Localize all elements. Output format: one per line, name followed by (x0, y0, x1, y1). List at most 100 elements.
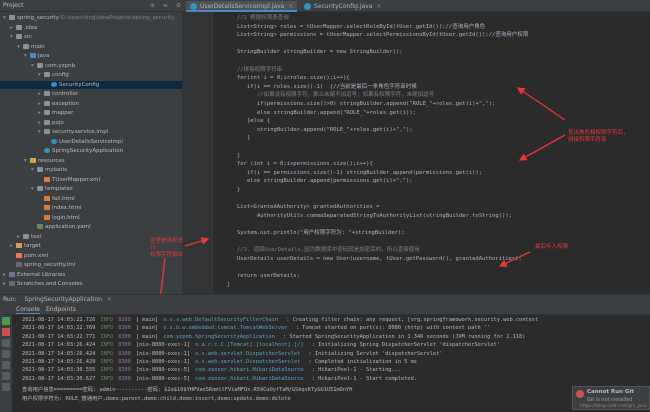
tab-userdetailsserviceimpl[interactable]: UserDetailsServiceImpl.java× (186, 1, 297, 12)
close-icon[interactable]: × (288, 3, 293, 10)
tree-item[interactable]: ▸pojo (0, 119, 64, 127)
log-thread: [nio-8080-exec-1] (136, 342, 190, 348)
log-thread: [nio-8080-exec-5] (136, 367, 190, 373)
tree-item-label: UserDetailsServiceImpl (59, 139, 123, 145)
code-editor[interactable]: //2 根据权限表查询List<String> roles = tUserMap… (213, 12, 650, 294)
line-number-gutter (183, 12, 213, 294)
code-line: //如果没有权限字符，那么末尾不加逗号，如果有权限字符，末尾加逗号 (257, 91, 434, 99)
stop-icon[interactable] (2, 328, 10, 336)
tree-item[interactable]: index.html (0, 204, 81, 212)
log-level: INFO (100, 367, 113, 373)
blue-icon (30, 53, 36, 58)
tree-item-label: templates (45, 186, 73, 192)
code-line: else stringBuilder.append(permissions.ge… (247, 177, 413, 185)
folder-icon (9, 15, 15, 20)
code-line: }else { (247, 117, 270, 125)
tree-item[interactable]: ▾java (0, 52, 50, 60)
log-level: INFO (100, 317, 113, 323)
tree-item-label: Scratches and Consoles (17, 281, 83, 287)
console-log[interactable]: 2021-08-17 14:03:22.726INFO8300[ main]o.… (14, 315, 650, 412)
log-pid: 8300 (118, 351, 131, 357)
run-toolbar (0, 315, 12, 412)
tree-item[interactable]: fail.html (0, 195, 75, 203)
tree-item[interactable]: SpringSecurityApplication (0, 147, 123, 155)
tree-item[interactable]: ▾src (0, 33, 32, 41)
rerun-icon[interactable] (2, 317, 10, 325)
close-icon[interactable]: × (107, 296, 112, 303)
tree-item-label: com.yzpnb (45, 63, 75, 69)
log-line: 2021-08-17 14:03:26.424INFO8300[nio-8080… (22, 341, 500, 349)
tree-item[interactable]: ▸controller (0, 90, 78, 98)
tree-item[interactable]: pom.xml (0, 252, 48, 260)
tree-item[interactable]: ▾spring_security D:\searching\IdeaProjec… (0, 14, 174, 22)
log-time: 2021-08-17 14:03:22.771 (22, 334, 95, 340)
tree-item[interactable]: TUserMapper.xml (0, 176, 100, 184)
tree-item[interactable]: login.html (0, 214, 80, 222)
log-cls: o.s.web.servlet.DispatcherServlet (195, 351, 303, 357)
project-panel-title[interactable]: Project (3, 2, 24, 9)
annotation-auth-note: 最后传入权限 (535, 244, 595, 251)
tree-item[interactable]: application.yaml (0, 223, 91, 231)
tree-item-label: login.html (52, 215, 80, 221)
tree-item[interactable]: ▾templates (0, 185, 73, 193)
log-time: 2021-08-17 14:03:26.429 (22, 359, 95, 365)
tree-item[interactable]: ▸test (0, 233, 42, 241)
tree-item[interactable]: ▾main (0, 43, 45, 51)
java-icon (51, 139, 57, 144)
log-line: 2021-08-17 14:03:22.726INFO8300[ main]o.… (22, 316, 538, 324)
tree-item[interactable]: ▸Scratches and Consoles (0, 280, 83, 288)
grey-icon (16, 262, 22, 267)
print-icon[interactable] (2, 372, 10, 380)
log-pid: 8300 (118, 367, 131, 373)
log-thread: [nio-8080-exec-5] (136, 376, 190, 382)
tree-item[interactable]: ▾com.yzpnb (0, 62, 75, 70)
tab-console[interactable]: Console (16, 306, 40, 314)
tree-item[interactable]: spring_security.iml (0, 261, 75, 269)
watermark: https://blog.csdn.net/grc_java (580, 404, 647, 409)
pin-icon[interactable] (2, 361, 10, 369)
code-line: //2 根据权限表查询 (237, 14, 289, 22)
tree-item[interactable]: ▾security.service.impl (0, 128, 108, 136)
code-line: } (227, 281, 230, 289)
xml-icon (16, 253, 22, 258)
code-line: //3. 返回UserDetails,因为数据库中密码就是加密后的，所以直接使用 (237, 246, 420, 254)
tree-item[interactable]: ▸exception (0, 100, 79, 108)
tree-item[interactable]: ▸External Libraries (0, 271, 65, 279)
tree-item[interactable]: SecurityConfig (0, 81, 183, 89)
tree-item[interactable]: ▾mybatis (0, 166, 67, 174)
tree-item-label: spring_security.iml (24, 262, 75, 268)
tab-endpoints[interactable]: Endpoints (46, 306, 76, 313)
restore-layout-icon[interactable] (2, 339, 10, 347)
run-tabs: Console Endpoints (0, 305, 650, 315)
code-line: //拼接权限字符串 (237, 66, 282, 74)
log-thread: [ main] (136, 325, 158, 331)
log-level: INFO (100, 325, 113, 331)
trash-icon[interactable] (2, 383, 10, 391)
folder-icon (16, 34, 22, 39)
code-line: UserDetails userDetails = new User(usern… (237, 255, 522, 263)
settings-icon[interactable] (2, 350, 10, 358)
run-tool-window: Run: SpringSecurityApplication × Console… (0, 294, 650, 412)
log-level: INFO (100, 376, 113, 382)
tree-item[interactable]: ▾resources (0, 157, 65, 165)
folder-icon (44, 110, 50, 115)
tree-item-label: pojo (52, 120, 64, 126)
tree-item-label: index.html (52, 205, 81, 211)
tree-item[interactable]: ▾config (0, 71, 69, 79)
console-output-line: 查询用户信息=========密码: admin----------密码: $2… (22, 386, 352, 394)
close-icon[interactable]: × (376, 3, 381, 10)
tree-item[interactable]: UserDetailsServiceImpl (0, 138, 123, 146)
log-level: INFO (100, 351, 113, 357)
log-thread: [nio-8080-exec-1] (136, 351, 190, 357)
log-pid: 8300 (118, 317, 131, 323)
java-icon (51, 82, 57, 87)
log-cls: com.zaxxer.hikari.HikariDataSource (195, 376, 307, 382)
tree-item[interactable]: ▸.idea (0, 24, 38, 32)
log-thread: [ main] (136, 317, 158, 323)
tree-item[interactable]: ▸mapper (0, 109, 73, 117)
run-config-name[interactable]: SpringSecurityApplication (24, 296, 102, 303)
java-class-icon (304, 3, 311, 10)
tree-item[interactable]: ▸target (0, 242, 41, 250)
code-line: } (237, 152, 240, 160)
tab-securityconfig[interactable]: SecurityConfig.java× (300, 1, 385, 12)
